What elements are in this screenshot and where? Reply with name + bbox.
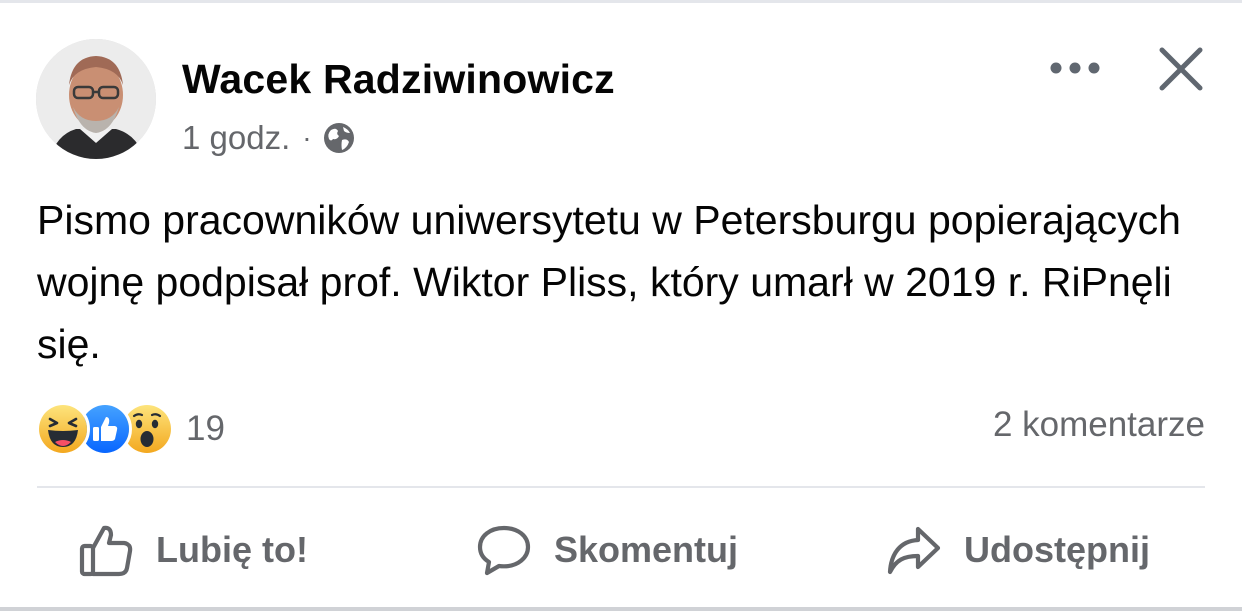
comment-bubble-icon	[477, 525, 531, 576]
thumbs-up-icon	[79, 525, 133, 577]
reactions-summary[interactable]: 19	[36, 402, 225, 456]
share-arrow-icon	[887, 526, 941, 575]
more-horizontal-icon	[1050, 62, 1100, 74]
reaction-count[interactable]: 19	[186, 409, 225, 449]
share-button[interactable]: Udostępnij	[886, 518, 1150, 582]
post-text: Pismo pracowników uniwersytetu w Petersb…	[37, 197, 1181, 367]
comments-count[interactable]: 2 komentarze	[993, 405, 1205, 445]
haha-reaction-icon	[36, 402, 90, 456]
comment-label: Skomentuj	[554, 529, 739, 570]
like-label: Lubię to!	[156, 529, 308, 570]
like-button[interactable]: Lubię to!	[78, 518, 308, 582]
top-border	[0, 0, 1242, 3]
avatar-image	[36, 39, 156, 159]
close-icon	[1159, 47, 1203, 91]
meta-separator: ·	[302, 122, 312, 153]
post-meta: 1 godz. ·	[182, 119, 356, 157]
bottom-border	[0, 607, 1242, 611]
close-button[interactable]	[1152, 42, 1210, 96]
divider	[37, 486, 1205, 488]
post-time[interactable]: 1 godz.	[182, 119, 290, 157]
globe-icon[interactable]	[322, 121, 356, 155]
avatar[interactable]	[36, 39, 156, 159]
share-label: Udostępnij	[964, 529, 1150, 570]
author-name[interactable]: Wacek Radziwinowicz	[182, 56, 615, 103]
comment-button[interactable]: Skomentuj	[476, 518, 738, 582]
more-options-button[interactable]	[1046, 50, 1104, 86]
